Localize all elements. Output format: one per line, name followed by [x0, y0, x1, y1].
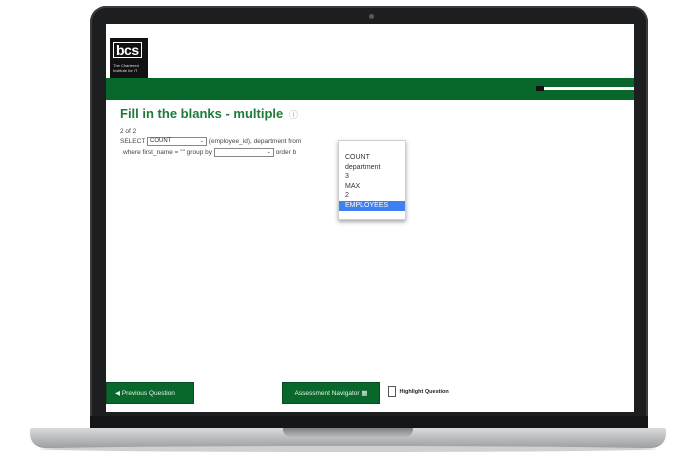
logo-mark: bcs — [113, 42, 142, 58]
highlight-question-button[interactable]: Highlight Question — [388, 385, 449, 399]
question-line-2: where first_name = "" group by ⌄ order b — [123, 148, 296, 157]
blank-select-1-value: COUNT — [149, 138, 172, 144]
question-text-1: (employee_id), department from — [208, 138, 302, 146]
progress-track — [538, 87, 634, 90]
question-text-2: where first_name = "" group by — [123, 149, 212, 157]
question-text-3: order b — [275, 149, 297, 157]
screen: bcs The Chartered Institute for IT Fill … — [106, 24, 634, 412]
document-icon — [388, 386, 396, 398]
grid-icon: ▦ — [361, 390, 368, 397]
logo-subtitle: The Chartered Institute for IT — [113, 63, 139, 73]
camera-icon — [369, 14, 374, 19]
highlight-question-label: Highlight Question — [399, 389, 449, 395]
chevron-down-icon: ⌄ — [266, 149, 271, 155]
circle-arrow-left-icon: ◀ — [115, 390, 120, 397]
question-prefix: SELECT — [120, 138, 146, 146]
chevron-down-icon: ⌄ — [199, 138, 204, 144]
previous-question-label: Previous Question — [121, 390, 175, 397]
progress-indicator — [536, 86, 544, 91]
question-counter: 2 of 2 — [120, 128, 137, 135]
laptop-shadow — [40, 446, 656, 452]
header-bar — [106, 78, 634, 100]
dropdown-option[interactable]: department — [339, 163, 405, 173]
dropdown-option-selected[interactable]: EMPLOYEES — [339, 200, 405, 211]
laptop-notch — [283, 428, 413, 437]
assessment-navigator-button[interactable]: Assessment Navigator ▦ — [282, 382, 380, 404]
previous-question-button[interactable]: ◀ Previous Question — [106, 382, 194, 404]
dropdown-option[interactable]: MAX — [339, 182, 405, 192]
question-line-1: SELECT COUNT ⌄ (employee_id), department… — [120, 137, 301, 146]
dropdown-option[interactable]: COUNT — [339, 153, 405, 163]
page-title-text: Fill in the blanks - multiple — [120, 106, 284, 121]
dropdown-option[interactable]: 2 — [339, 191, 405, 201]
blank-select-1[interactable]: COUNT ⌄ — [146, 137, 207, 146]
info-icon[interactable]: ⓘ — [289, 110, 298, 120]
blank-dropdown-list[interactable]: COUNT department 3 MAX 2 EMPLOYEES — [338, 140, 406, 220]
assessment-navigator-label: Assessment Navigator — [294, 390, 360, 397]
dropdown-option[interactable]: 3 — [339, 172, 405, 182]
blank-select-2[interactable]: ⌄ — [213, 148, 274, 157]
page-title: Fill in the blanks - multiple ⓘ — [120, 106, 298, 121]
